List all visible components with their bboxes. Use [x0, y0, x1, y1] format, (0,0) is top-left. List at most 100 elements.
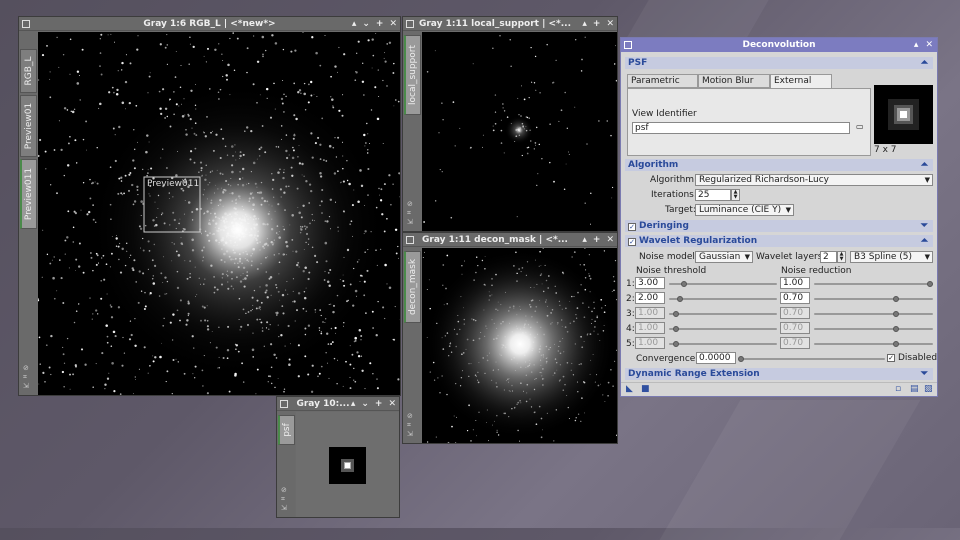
- noise-reduction-field[interactable]: 0.70: [780, 337, 810, 349]
- main-image-window[interactable]: Gray 1:6 RGB_L | <*new*> ▴ ⌄ + ✕ RGB_L Prev…: [18, 16, 401, 396]
- psf-section-header[interactable]: PSF ⏶: [625, 57, 933, 69]
- close-icon[interactable]: ✕: [606, 17, 614, 31]
- tab-decon-mask[interactable]: decon_mask: [404, 251, 421, 323]
- noise-threshold-slider[interactable]: [669, 326, 777, 332]
- iterations-spinner[interactable]: ▲ ▼: [731, 189, 740, 201]
- close-icon[interactable]: ✕: [388, 397, 396, 411]
- noise-reduction-field[interactable]: 0.70: [780, 322, 810, 334]
- tab-preview011[interactable]: Preview011: [20, 159, 37, 229]
- collapse-icon[interactable]: ⏶: [921, 57, 928, 69]
- shade-icon[interactable]: ▴: [914, 38, 919, 52]
- close-icon[interactable]: ✕: [389, 17, 397, 31]
- maximize-icon[interactable]: +: [375, 397, 383, 411]
- noise-threshold-field[interactable]: 1.00: [635, 337, 665, 349]
- disabled-checkbox[interactable]: ✓: [887, 354, 895, 362]
- shade-icon[interactable]: ▴: [351, 397, 356, 411]
- collapse-icon[interactable]: ⏶: [921, 159, 928, 171]
- expand-icon[interactable]: ⏷: [921, 368, 928, 380]
- psf-titlebar[interactable]: Gray 10:... ▴ ⌄ + ✕: [277, 397, 399, 411]
- decon-mask-image[interactable]: [422, 248, 617, 443]
- deconvolution-dialog[interactable]: Deconvolution ▴ ✕ PSF ⏶ Parametric PSF Mot…: [620, 37, 938, 397]
- convergence-slider[interactable]: [738, 356, 885, 362]
- maximize-icon[interactable]: +: [593, 17, 601, 31]
- noise-model-select[interactable]: Gaussian ▼: [695, 251, 753, 263]
- tab-rgb-l[interactable]: RGB_L: [20, 49, 37, 93]
- noise-reduction-field[interactable]: 0.70: [780, 292, 810, 304]
- tab-psf[interactable]: psf: [278, 415, 295, 445]
- tab-motion-blur-psf[interactable]: Motion Blur PSF: [698, 74, 770, 98]
- noise-reduction-slider[interactable]: [814, 326, 933, 332]
- cluster-image[interactable]: Preview011: [38, 32, 400, 395]
- slider-handle[interactable]: [681, 281, 688, 287]
- noise-threshold-field[interactable]: 1.00: [635, 307, 665, 319]
- main-window-titlebar[interactable]: Gray 1:6 RGB_L | <*new*> ▴ ⌄ + ✕: [19, 17, 400, 31]
- maximize-icon[interactable]: +: [376, 17, 384, 31]
- deringing-checkbox[interactable]: ✓: [628, 223, 636, 231]
- expand-icon[interactable]: ⏷: [921, 220, 928, 232]
- slider-handle[interactable]: [673, 311, 680, 317]
- decon-mask-titlebar[interactable]: Gray 1:11 decon_mask | <*... ▴ + ✕: [403, 233, 617, 247]
- dre-section-header[interactable]: Dynamic Range Extension ⏷: [625, 368, 933, 380]
- shade-icon[interactable]: ▴: [582, 233, 587, 247]
- algorithm-select[interactable]: Regularized Richardson-Lucy ▼: [695, 174, 933, 186]
- deconvolution-titlebar[interactable]: Deconvolution ▴ ✕: [621, 38, 937, 52]
- convergence-field[interactable]: 0.0000: [696, 352, 736, 364]
- slider-handle[interactable]: [893, 296, 900, 302]
- psf-window[interactable]: Gray 10:... ▴ ⌄ + ✕ psf ⊘ ⌗ ⇲: [276, 396, 400, 518]
- noise-threshold-field[interactable]: 2.00: [635, 292, 665, 304]
- preview-icon[interactable]: ▫: [895, 384, 901, 394]
- select-view-icon[interactable]: ▭: [856, 122, 864, 131]
- maximize-icon[interactable]: +: [593, 233, 601, 247]
- wavelet-layers-spinner[interactable]: ▲ ▼: [837, 251, 846, 263]
- view-tool-icons[interactable]: ⊘ ⌗ ⇲: [23, 364, 29, 391]
- reset-icon[interactable]: ▧: [924, 384, 933, 394]
- deringing-section-header[interactable]: ✓ Deringing ⏷: [625, 220, 933, 232]
- local-support-window[interactable]: Gray 1:11 local_support | <*... ▴ + ✕ loca…: [402, 16, 618, 232]
- noise-threshold-field[interactable]: 1.00: [635, 322, 665, 334]
- noise-reduction-slider[interactable]: [814, 281, 933, 287]
- slider-handle[interactable]: [677, 296, 684, 302]
- shade-icon[interactable]: ▴: [352, 17, 357, 31]
- slider-handle[interactable]: [893, 341, 900, 347]
- decon-mask-window[interactable]: Gray 1:11 decon_mask | <*... ▴ + ✕ decon_m…: [402, 232, 618, 444]
- noise-threshold-slider[interactable]: [669, 281, 777, 287]
- view-tool-icons[interactable]: ⊘ ⌗ ⇲: [407, 200, 413, 227]
- iconize-icon[interactable]: ⌄: [361, 397, 369, 411]
- noise-threshold-field[interactable]: 3.00: [635, 277, 665, 289]
- wavelet-section-header[interactable]: ✓ Wavelet Regularization ⏶: [625, 235, 933, 247]
- tab-preview01[interactable]: Preview01: [20, 95, 37, 157]
- wavelet-checkbox[interactable]: ✓: [628, 238, 636, 246]
- local-support-titlebar[interactable]: Gray 1:11 local_support | <*... ▴ + ✕: [403, 17, 617, 31]
- noise-reduction-slider[interactable]: [814, 341, 933, 347]
- slider-handle[interactable]: [927, 281, 933, 287]
- tab-external-psf[interactable]: External PSF: [770, 74, 832, 98]
- tab-local-support[interactable]: local_support: [404, 35, 421, 115]
- noise-reduction-slider[interactable]: [814, 296, 933, 302]
- local-support-image[interactable]: [422, 32, 617, 231]
- noise-reduction-slider[interactable]: [814, 311, 933, 317]
- view-tool-icons[interactable]: ⊘ ⌗ ⇲: [281, 486, 287, 513]
- target-select[interactable]: Luminance (CIE Y) ▼: [695, 204, 794, 216]
- noise-threshold-slider[interactable]: [669, 311, 777, 317]
- description-icon[interactable]: ▤: [910, 384, 919, 394]
- noise-reduction-field[interactable]: 1.00: [780, 277, 810, 289]
- iconize-icon[interactable]: ⌄: [362, 17, 370, 31]
- new-instance-icon[interactable]: ◣: [626, 384, 633, 394]
- noise-threshold-slider[interactable]: [669, 341, 777, 347]
- close-icon[interactable]: ✕: [925, 38, 933, 52]
- shade-icon[interactable]: ▴: [582, 17, 587, 31]
- noise-threshold-slider[interactable]: [669, 296, 777, 302]
- wavelet-layers-field[interactable]: 2: [820, 251, 837, 263]
- slider-handle[interactable]: [893, 326, 900, 332]
- slider-handle[interactable]: [738, 356, 744, 362]
- psf-view-area[interactable]: [296, 412, 399, 517]
- slider-handle[interactable]: [673, 326, 680, 332]
- algorithm-section-header[interactable]: Algorithm ⏶: [625, 159, 933, 171]
- noise-reduction-field[interactable]: 0.70: [780, 307, 810, 319]
- view-tool-icons[interactable]: ⊘ ⌗ ⇲: [407, 412, 413, 439]
- scaling-function-select[interactable]: B3 Spline (5) ▼: [850, 251, 933, 263]
- tab-parametric-psf[interactable]: Parametric PSF: [627, 74, 698, 98]
- view-identifier-field[interactable]: psf: [632, 122, 850, 134]
- slider-handle[interactable]: [893, 311, 900, 317]
- iterations-field[interactable]: 25: [695, 189, 731, 201]
